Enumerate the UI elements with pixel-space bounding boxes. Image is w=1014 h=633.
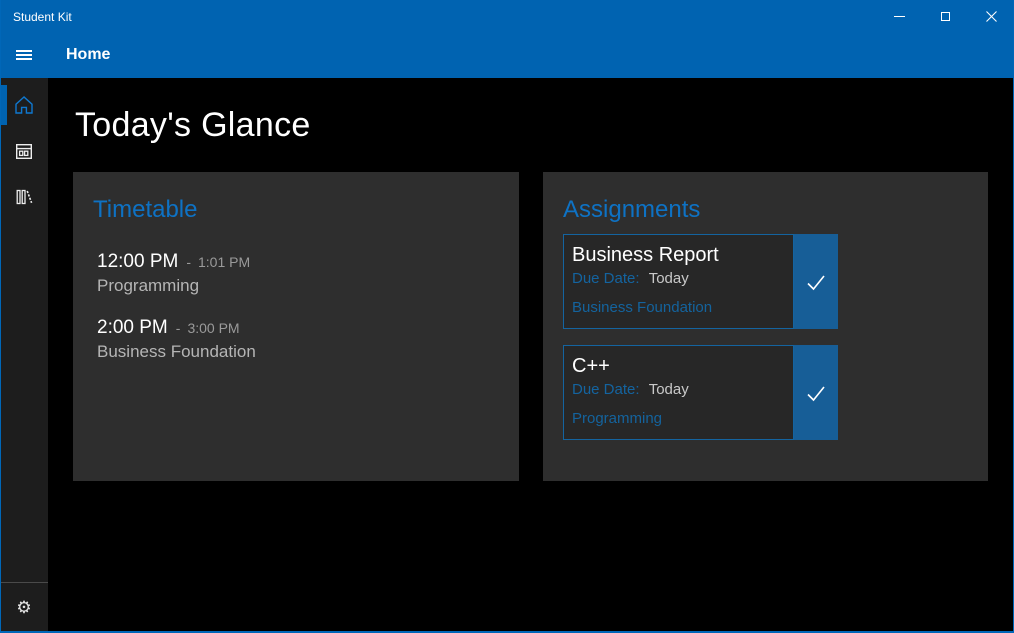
assignments-title: Assignments <box>563 196 701 223</box>
close-button[interactable] <box>968 0 1014 32</box>
selected-indicator <box>0 85 7 125</box>
sidebar-item-courses[interactable] <box>0 174 48 220</box>
nav-header: Home <box>0 32 1014 78</box>
calendar-icon <box>16 144 33 160</box>
caption-buttons <box>876 0 1014 32</box>
due-date-value: Today <box>648 381 689 398</box>
panels-row: Timetable 12:00 PM - 1:01 PM Programming… <box>73 172 1014 481</box>
timetable-entry[interactable]: 2:00 PM - 3:00 PM Business Foundation <box>97 316 499 364</box>
minimize-button[interactable] <box>876 0 922 32</box>
assignment-card: C++ Due Date: Today Programming <box>563 345 838 440</box>
entry-course: Programming <box>97 276 200 295</box>
main-content: Today's Glance Timetable 12:00 PM - 1:01… <box>48 78 1014 633</box>
assignment-course: Business Foundation <box>572 299 713 316</box>
sidebar-item-timetable[interactable] <box>0 128 48 174</box>
titlebar: Student Kit <box>0 0 1014 32</box>
entry-start-time: 2:00 PM <box>97 317 168 338</box>
entry-course: Business Foundation <box>97 342 256 361</box>
entry-end-time: 3:00 PM <box>187 320 240 336</box>
home-icon <box>15 96 33 114</box>
gear-icon: ⚙ <box>16 597 32 618</box>
complete-assignment-button[interactable] <box>794 345 838 440</box>
sidebar: ⚙ <box>0 78 48 633</box>
entry-end-time: 1:01 PM <box>198 254 251 270</box>
maximize-button[interactable] <box>922 0 968 32</box>
due-date-label: Due Date: <box>572 270 640 287</box>
entry-time-separator: - <box>186 254 191 270</box>
assignments-panel: Assignments Business Report Due Date: To… <box>543 172 988 481</box>
entry-start-time: 12:00 PM <box>97 251 179 272</box>
assignment-title: Business Report <box>572 244 719 266</box>
sidebar-item-settings[interactable]: ⚙ <box>0 583 48 633</box>
hamburger-icon <box>16 50 32 52</box>
complete-assignment-button[interactable] <box>794 234 838 329</box>
timetable-title: Timetable <box>93 196 198 223</box>
close-icon <box>985 10 997 22</box>
page-title: Home <box>66 46 111 63</box>
maximize-icon <box>940 11 950 21</box>
entry-time-separator: - <box>175 320 181 336</box>
window-border-left <box>0 0 1 633</box>
assignment-title: C++ <box>572 355 610 377</box>
library-icon <box>16 189 33 205</box>
check-icon <box>807 274 825 290</box>
timetable-panel: Timetable 12:00 PM - 1:01 PM Programming… <box>73 172 519 481</box>
app-title: Student Kit <box>13 10 72 24</box>
due-date-label: Due Date: <box>572 381 640 398</box>
assignment-details[interactable]: C++ Due Date: Today Programming <box>563 345 794 440</box>
page-heading: Today's Glance <box>75 106 311 144</box>
timetable-entry[interactable]: 12:00 PM - 1:01 PM Programming <box>97 250 499 298</box>
minimize-icon <box>893 15 905 17</box>
assignment-details[interactable]: Business Report Due Date: Today Business… <box>563 234 794 329</box>
assignment-card: Business Report Due Date: Today Business… <box>563 234 838 329</box>
sidebar-item-home[interactable] <box>0 82 48 128</box>
check-icon <box>807 385 825 401</box>
due-date-value: Today <box>648 270 689 287</box>
assignment-course: Programming <box>572 410 663 427</box>
hamburger-menu-button[interactable] <box>0 32 48 78</box>
